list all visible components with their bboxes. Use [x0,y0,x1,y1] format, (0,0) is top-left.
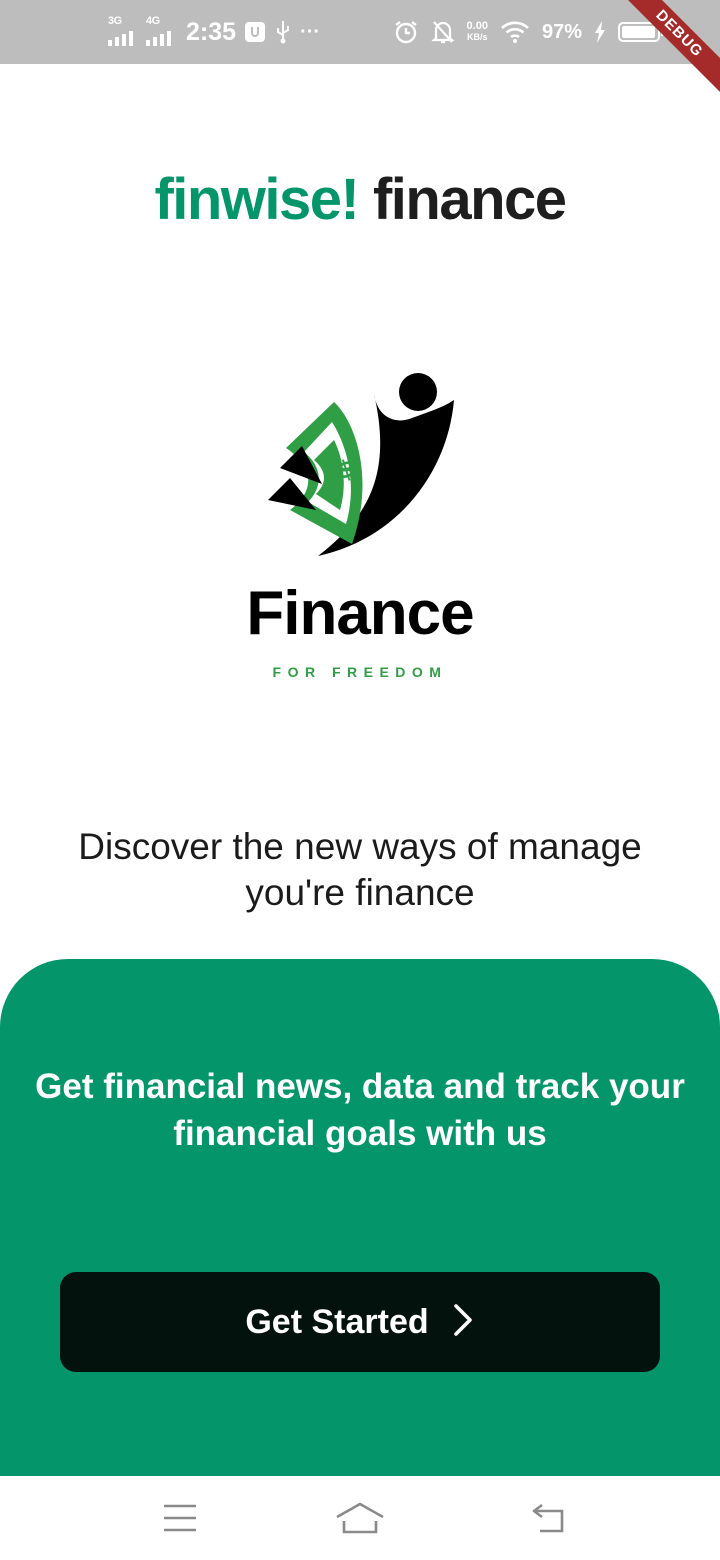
get-started-button[interactable]: Get Started [60,1272,660,1372]
chevron-right-icon [451,1303,475,1342]
wifi-icon [500,20,530,44]
onboarding-panel: Get financial news, data and track your … [0,959,720,1476]
menu-icon[interactable] [150,1496,210,1540]
status-left: 3G 4G 2:35 ··· [108,0,320,64]
charging-icon [594,21,606,43]
logo-word: Finance [246,579,474,648]
battery-percent: 97% [541,20,582,43]
net-speed: 0.00 KB/s [467,21,488,43]
usb-icon [274,19,292,45]
status-bar: 3G 4G 2:35 ··· 0.00 KB/s 97% [0,0,720,64]
brand-title-part2: finance [372,167,567,232]
signal-3g-icon: 3G [108,12,138,52]
logo-tagline: FOR FREEDOM [272,664,448,680]
home-icon[interactable] [330,1496,390,1540]
get-started-label: Get Started [245,1302,429,1341]
signal-3g-label: 3G [108,15,122,27]
panel-description: Get financial news, data and track your … [35,1067,685,1153]
navigation-bar [0,1476,720,1560]
more-status-icon: ··· [300,20,321,43]
status-right: 0.00 KB/s 97% [393,0,664,64]
alarm-icon [393,19,419,45]
money-figure-icon: $ [268,373,454,556]
finance-logo: $ Finance FOR FREEDOM [228,360,492,690]
net-speed-unit: KB/s [467,32,488,42]
signal-4g-icon: 4G [146,12,176,52]
net-speed-value: 0.00 [466,20,488,32]
notifications-off-icon [430,19,455,45]
back-icon[interactable] [518,1496,578,1540]
usb-debug-icon [244,21,266,43]
signal-4g-label: 4G [146,15,160,27]
brand-title: finwise! finance [0,166,720,233]
brand-title-part1: finwise! [154,167,359,232]
status-time: 2:35 [186,17,237,46]
headline: Discover the new ways of manage you're f… [78,826,642,913]
